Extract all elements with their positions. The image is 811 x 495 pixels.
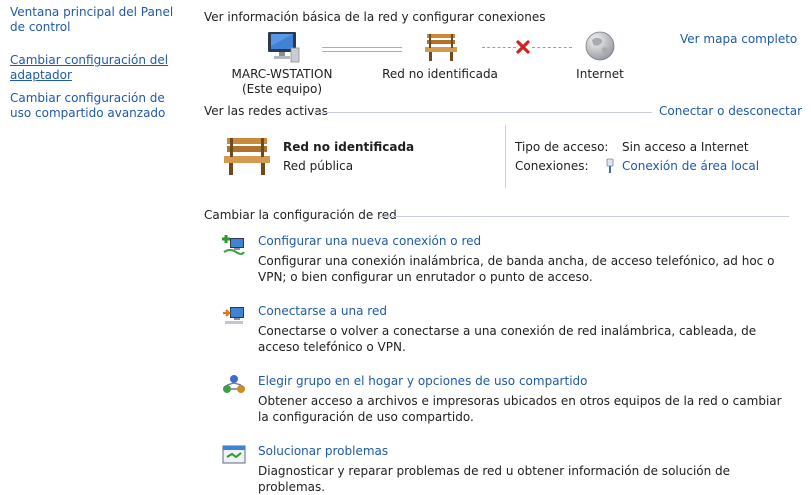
page-title: Ver información básica de la red y confi… (204, 10, 546, 24)
sidebar-item-change-adapter-settings[interactable]: Cambiar configuración del adaptador (10, 53, 180, 83)
task-new-connection-desc: Configurar una conexión inalámbrica, de … (258, 254, 775, 284)
full-map-link[interactable]: Ver mapa completo (680, 32, 797, 46)
ethernet-icon (605, 158, 615, 174)
sidebar-item-advanced-sharing[interactable]: Cambiar configuración de uso compartido … (10, 91, 180, 121)
sidebar-item-control-panel-home[interactable]: Ventana principal del Panel de control (10, 5, 180, 35)
connect-disconnect-link[interactable]: Conectar o desconectar (659, 104, 802, 118)
computer-name-label: MARC-WSTATION (231, 67, 333, 81)
troubleshoot-icon (222, 445, 246, 465)
local-area-connection-link[interactable]: Conexión de área local (622, 159, 759, 173)
connections-label: Conexiones: (515, 159, 589, 173)
error-x-icon (515, 39, 531, 55)
active-network-type[interactable]: Red pública (283, 159, 353, 173)
task-homegroup-desc: Obtener acceso a archivos e impresoras u… (258, 394, 782, 424)
task-new-connection-link[interactable]: Configurar una nueva conexión o red (258, 234, 481, 248)
change-settings-header: Cambiar la configuración de red (204, 208, 397, 222)
new-connection-icon (222, 234, 246, 256)
active-networks-header: Ver las redes activas (204, 104, 328, 118)
active-network-name: Red no identificada (283, 140, 415, 154)
access-type-value: Sin acceso a Internet (622, 140, 749, 154)
divider (314, 112, 652, 113)
bench-large-icon (222, 135, 272, 177)
bench-icon (424, 32, 458, 62)
broken-link-line-right (532, 47, 572, 48)
internet-node-label: Internet (576, 67, 624, 81)
computer-sub-label: (Este equipo) (242, 82, 322, 96)
globe-icon (584, 30, 616, 62)
task-homegroup-link[interactable]: Elegir grupo en el hogar y opciones de u… (258, 374, 588, 388)
task-troubleshoot-link[interactable]: Solucionar problemas (258, 444, 388, 458)
network-node-label: Red no identificada (382, 67, 498, 81)
task-connect-network-link[interactable]: Conectarse a una red (258, 304, 387, 318)
connect-network-icon (222, 304, 246, 326)
homegroup-icon (222, 374, 246, 396)
access-type-label: Tipo de acceso: (515, 140, 609, 154)
task-connect-network-desc: Conectarse o volver a conectarse a una c… (258, 324, 757, 354)
broken-link-line-left (482, 47, 516, 48)
divider (379, 216, 789, 217)
vertical-divider (505, 125, 506, 188)
task-troubleshoot-desc: Diagnosticar y reparar problemas de red … (258, 464, 731, 494)
computer-icon (265, 30, 301, 64)
map-link-line (322, 47, 402, 52)
